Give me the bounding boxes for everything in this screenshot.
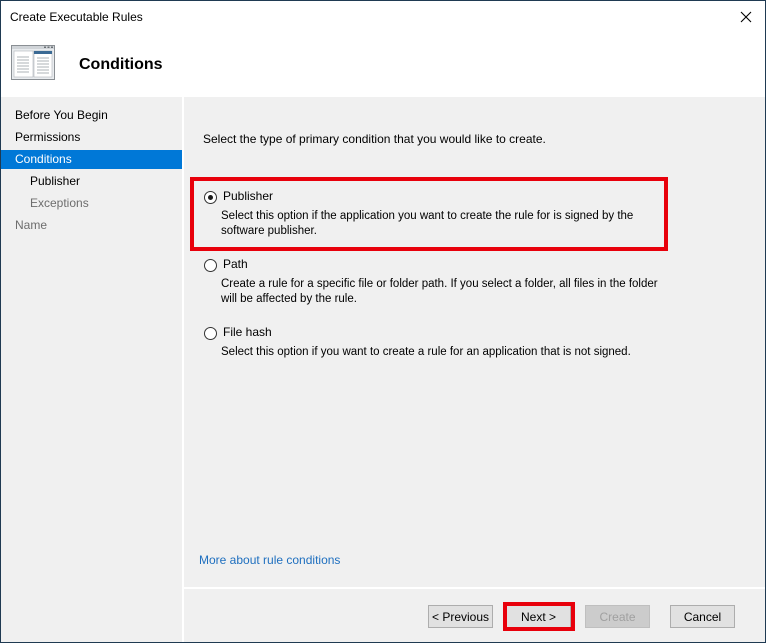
path-description: Create a rule for a specific file or fol… xyxy=(221,278,658,305)
wizard-window-icon xyxy=(11,45,55,80)
create-executable-rules-dialog: Create Executable Rules Conditions Befor… xyxy=(0,0,766,643)
publisher-radio[interactable] xyxy=(204,191,217,204)
main-content: Select the type of primary condition tha… xyxy=(184,97,765,587)
more-about-rule-conditions-link[interactable]: More about rule conditions xyxy=(199,553,340,567)
sidebar-item-exceptions: Exceptions xyxy=(30,196,89,210)
path-radio[interactable] xyxy=(204,259,217,272)
create-button: Create xyxy=(585,605,650,628)
file-hash-description: Select this option if you want to create… xyxy=(221,346,631,358)
cancel-button[interactable]: Cancel xyxy=(670,605,735,628)
publisher-description: Select this option if the application yo… xyxy=(221,210,634,237)
sidebar-item-name: Name xyxy=(15,218,48,232)
previous-button[interactable]: < Previous xyxy=(428,605,493,628)
page-title: Conditions xyxy=(79,56,163,73)
option-file-hash[interactable]: File hash Select this option if you want… xyxy=(204,325,664,365)
title-bar: Create Executable Rules xyxy=(1,1,765,33)
sidebar-item-permissions[interactable]: Permissions xyxy=(1,128,182,147)
file-hash-radio[interactable] xyxy=(204,327,217,340)
wizard-header: Conditions xyxy=(1,33,765,96)
instruction-text: Select the type of primary condition tha… xyxy=(203,132,546,146)
sidebar-item-before-you-begin[interactable]: Before You Begin xyxy=(1,106,182,125)
close-icon xyxy=(740,11,752,23)
next-highlight-box xyxy=(503,602,575,631)
sidebar-item-publisher[interactable]: Publisher xyxy=(1,172,182,191)
option-path[interactable]: Path Create a rule for a specific file o… xyxy=(204,257,664,307)
path-label[interactable]: Path xyxy=(223,257,248,271)
sidebar-item-conditions[interactable]: Conditions xyxy=(1,150,182,169)
publisher-label[interactable]: Publisher xyxy=(223,189,273,203)
window-title: Create Executable Rules xyxy=(10,10,143,24)
file-hash-label[interactable]: File hash xyxy=(223,325,272,339)
close-button[interactable] xyxy=(735,6,757,28)
option-publisher[interactable]: Publisher Select this option if the appl… xyxy=(204,189,664,239)
wizard-footer: < Previous Next > Create Cancel xyxy=(184,588,765,642)
wizard-steps-sidebar: Before You Begin Permissions Conditions … xyxy=(1,97,182,642)
